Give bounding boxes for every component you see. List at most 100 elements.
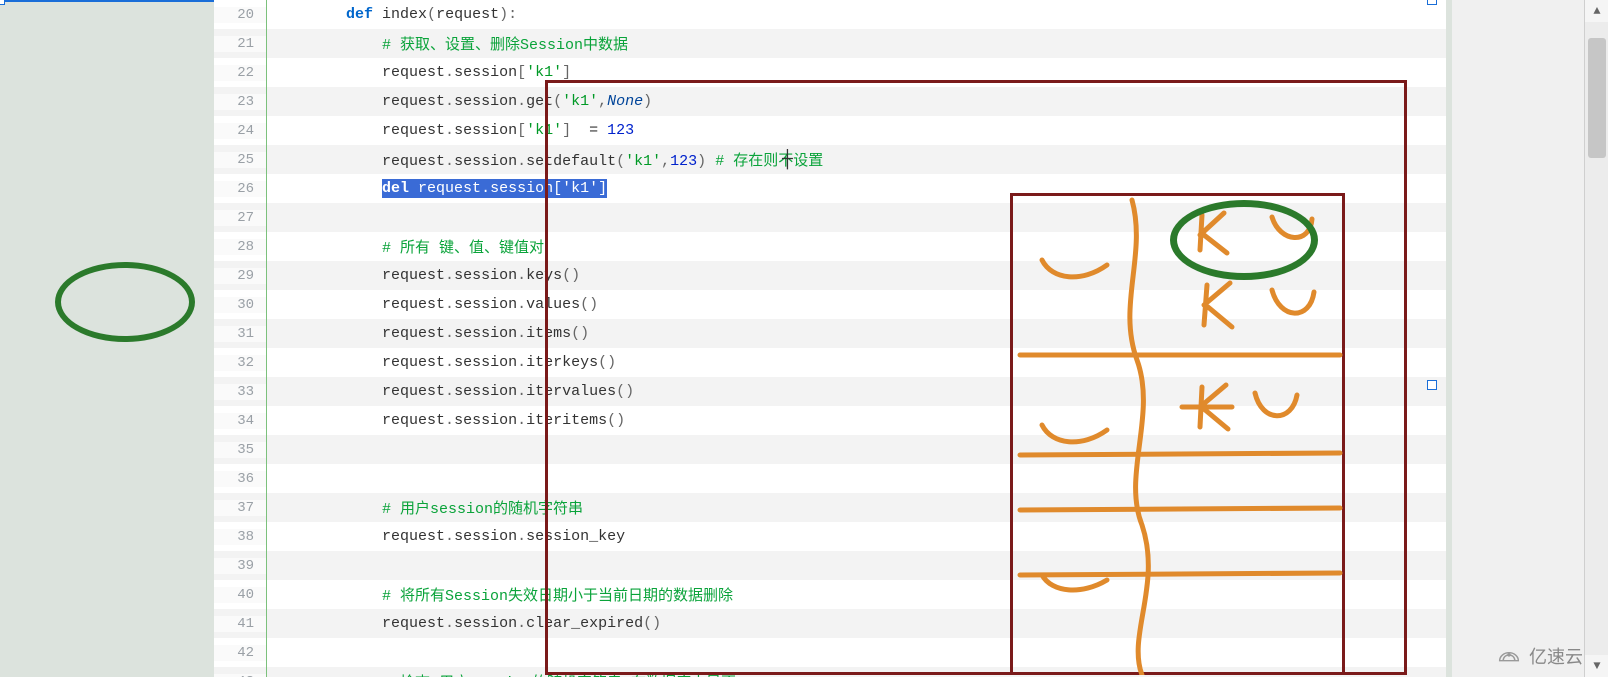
indent-guide [266,232,274,261]
code-line[interactable]: 21 # 获取、设置、删除Session中数据 [214,29,1446,58]
line-number: 31 [214,326,266,342]
line-number: 41 [214,616,266,632]
line-number: 24 [214,123,266,139]
code-line[interactable]: 36 [214,464,1446,493]
indent-guide [266,290,274,319]
line-number: 40 [214,587,266,603]
indent-guide [266,464,274,493]
code-line[interactable]: 31 request.session.items() [214,319,1446,348]
selection-handle[interactable] [1427,380,1437,390]
line-number: 26 [214,181,266,197]
line-number: 33 [214,384,266,400]
line-number: 25 [214,152,266,168]
page-canvas: 20 def index(request):21 # 获取、设置、删除Sessi… [0,0,1452,677]
indent-guide [266,551,274,580]
code-text[interactable] [274,470,1446,487]
indent-guide [266,406,274,435]
line-number: 42 [214,645,266,661]
indent-guide [266,174,274,203]
code-text[interactable]: request.session['k1'] [274,64,1446,81]
code-line[interactable]: 26 del request.session['k1'] [214,174,1446,203]
code-text[interactable]: request.session.setdefault('k1',123) # 存… [274,149,1446,170]
code-text[interactable]: request.session.clear_expired() [274,615,1446,632]
code-text[interactable]: # 将所有Session失效日期小于当前日期的数据删除 [274,584,1446,605]
line-number: 20 [214,7,266,23]
code-editor[interactable]: 20 def index(request):21 # 获取、设置、删除Sessi… [214,0,1446,677]
indent-guide [266,29,274,58]
code-text[interactable] [274,209,1446,226]
watermark: 亿速云 [1495,643,1583,669]
code-line[interactable]: 34 request.session.iteritems() [214,406,1446,435]
scroll-down-button[interactable]: ▼ [1585,655,1608,677]
code-text[interactable]: request.session.items() [274,325,1446,342]
code-text[interactable]: request.session.get('k1',None) [274,93,1446,110]
code-line[interactable]: 43 # 检查 用户session的随机字符串 在数据库中是否 [214,667,1446,677]
indent-guide [266,116,274,145]
code-line[interactable]: 37 # 用户session的随机字符串 [214,493,1446,522]
code-line[interactable]: 23 request.session.get('k1',None) [214,87,1446,116]
code-line[interactable]: 30 request.session.values() [214,290,1446,319]
indent-guide [266,145,274,174]
vertical-scrollbar[interactable]: ▲ ▼ [1584,0,1608,677]
code-text[interactable] [274,644,1446,661]
indent-guide [266,203,274,232]
code-text[interactable] [274,441,1446,458]
code-line[interactable]: 35 [214,435,1446,464]
code-text[interactable]: # 检查 用户session的随机字符串 在数据库中是否 [274,671,1446,677]
indent-guide [266,319,274,348]
indent-guide [266,261,274,290]
line-number: 43 [214,674,266,677]
code-text[interactable]: def index(request): [274,6,1446,23]
code-text[interactable]: request.session['k1'] = 123 [274,122,1446,139]
scroll-thumb[interactable] [1588,38,1606,158]
code-text[interactable]: request.session.itervalues() [274,383,1446,400]
line-number: 22 [214,65,266,81]
indent-guide [266,377,274,406]
code-text[interactable]: request.session.iterkeys() [274,354,1446,371]
selection-handle[interactable] [1427,0,1437,5]
indent-guide [266,87,274,116]
watermark-logo-icon [1495,646,1523,666]
line-number: 30 [214,297,266,313]
code-line[interactable]: 29 request.session.keys() [214,261,1446,290]
code-text[interactable]: request.session.session_key [274,528,1446,545]
code-line[interactable]: 42 [214,638,1446,667]
line-number: 29 [214,268,266,284]
line-number: 39 [214,558,266,574]
indent-guide [266,580,274,609]
code-text[interactable]: # 用户session的随机字符串 [274,497,1446,518]
line-number: 28 [214,239,266,255]
code-text[interactable]: # 获取、设置、删除Session中数据 [274,33,1446,54]
code-line[interactable]: 25 request.session.setdefault('k1',123) … [214,145,1446,174]
selection-handle[interactable] [0,0,5,5]
code-line[interactable]: 22 request.session['k1'] [214,58,1446,87]
code-text[interactable]: del request.session['k1'] [274,180,1446,197]
annotation-ellipse-left [55,262,195,342]
line-number: 36 [214,471,266,487]
code-line[interactable]: 32 request.session.iterkeys() [214,348,1446,377]
code-text[interactable]: request.session.keys() [274,267,1446,284]
line-number: 23 [214,94,266,110]
indent-guide [266,638,274,667]
code-line[interactable]: 38 request.session.session_key [214,522,1446,551]
line-number: 32 [214,355,266,371]
line-number: 27 [214,210,266,226]
code-line[interactable]: 27 [214,203,1446,232]
scroll-up-button[interactable]: ▲ [1585,0,1608,22]
code-line[interactable]: 40 # 将所有Session失效日期小于当前日期的数据删除 [214,580,1446,609]
code-line[interactable]: 41 request.session.clear_expired() [214,609,1446,638]
watermark-text: 亿速云 [1529,643,1583,669]
code-text[interactable]: # 所有 键、值、键值对 [274,236,1446,257]
code-text[interactable]: request.session.values() [274,296,1446,313]
code-line[interactable]: 33 request.session.itervalues() [214,377,1446,406]
code-text[interactable] [274,557,1446,574]
line-number: 21 [214,36,266,52]
code-text[interactable]: request.session.iteritems() [274,412,1446,429]
indent-guide [266,493,274,522]
code-line[interactable]: 20 def index(request): [214,0,1446,29]
code-line[interactable]: 39 [214,551,1446,580]
indent-guide [266,0,274,29]
line-number: 35 [214,442,266,458]
code-line[interactable]: 24 request.session['k1'] = 123 [214,116,1446,145]
code-line[interactable]: 28 # 所有 键、值、键值对 [214,232,1446,261]
